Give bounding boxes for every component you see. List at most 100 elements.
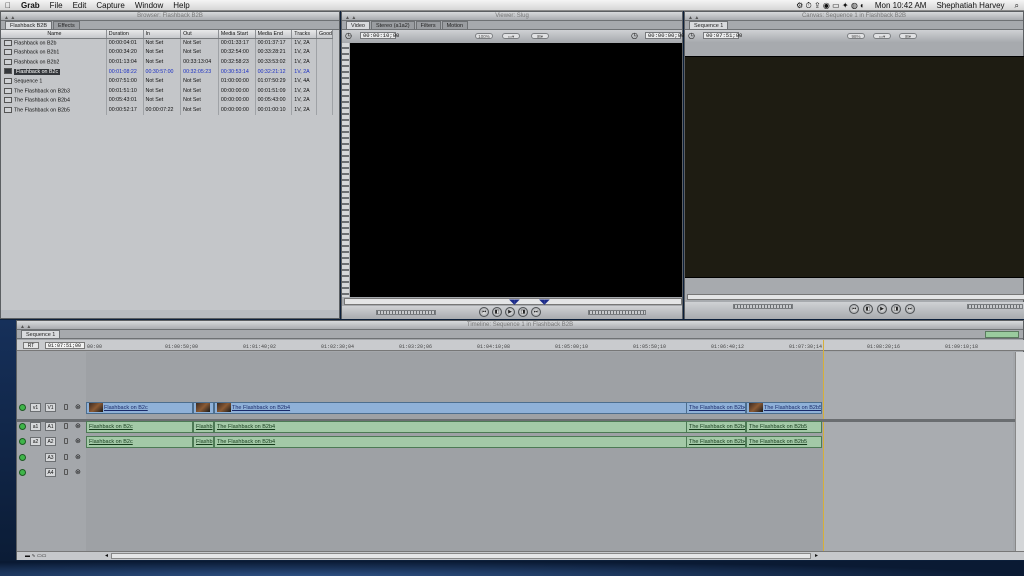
auto-select-icon[interactable]: ⊛ (75, 403, 81, 411)
lock-track-icon[interactable] (64, 423, 68, 429)
canvas-view-popup[interactable]: ▭▾ (873, 33, 891, 39)
viewer-shuttle-slider[interactable] (376, 310, 436, 315)
window-controls-icon[interactable]: ▲ ▲ (345, 14, 356, 23)
destination-track-a3[interactable]: A3 (45, 453, 56, 462)
scroll-right-icon[interactable]: ▸ (815, 552, 818, 559)
video-clip[interactable]: The Flashback on B2b4 (214, 402, 746, 414)
audio-clip[interactable]: Flashback on B2c (86, 421, 193, 433)
jog-icon[interactable]: ◷ (345, 31, 352, 40)
source-patch-a1[interactable]: a1 (30, 422, 41, 431)
audio-clip[interactable]: The Flashback on B2b5 (746, 436, 822, 448)
canvas-prev-edit-button[interactable]: ⏮ (849, 304, 859, 314)
col-duration[interactable]: Duration (106, 30, 144, 39)
canvas-scrubber[interactable] (687, 294, 1024, 300)
tab-motion[interactable]: Motion (441, 21, 469, 29)
track-height-icon[interactable]: ▬ ∿ ▭▭ (25, 553, 46, 559)
menu-window[interactable]: Window (130, 0, 168, 11)
status-icons[interactable]: ⚙ ⏱ ⇪ ◉ ▭ ✦ ◍ ◐ (791, 0, 870, 11)
audio-clip[interactable]: Flashback on B2c (86, 436, 193, 448)
track-visibility-icon[interactable] (19, 454, 26, 461)
canvas-play-button[interactable]: ▶ (877, 304, 887, 314)
playhead[interactable] (823, 340, 824, 551)
timeline-vertical-scrollbar[interactable] (1015, 352, 1024, 551)
col-name[interactable]: Name (1, 30, 107, 39)
audio-clip[interactable]: Flashb (193, 421, 214, 433)
zoom-slider[interactable] (111, 553, 811, 559)
browser-row[interactable]: Flashback on B2b1 00:00:34:20 Not Set Not S… (1, 47, 333, 58)
in-point-marker[interactable]: ◥◤ (509, 298, 520, 306)
apple-menu-icon[interactable]:  (0, 0, 16, 11)
browser-row[interactable]: The Flashback on B2b4 00:05:43:01 Not Set N… (1, 95, 333, 106)
video-clip[interactable]: The Flashback on B2b4 (686, 402, 746, 414)
viewer-duration-timecode[interactable]: 00:00:10;00 (360, 32, 399, 39)
viewer-current-timecode[interactable]: 00:00:00;00 (645, 32, 684, 39)
next-edit-button[interactable]: ⏭ (531, 307, 541, 317)
destination-track-a4[interactable]: A4 (45, 468, 56, 477)
audio-clip[interactable]: The Flashback on B2b4 (686, 436, 746, 448)
audio-clip[interactable]: Flashb (193, 436, 214, 448)
timeline-ruler[interactable]: 00:00 01:00:50;00 01:01:40;02 01:02:30;04 01… (87, 344, 1017, 351)
browser-row[interactable]: The Flashback on B2b3 00:01:51:10 Not Set N… (1, 85, 333, 96)
auto-select-icon[interactable]: ⊛ (75, 422, 81, 430)
track-visibility-icon[interactable] (19, 423, 26, 430)
lock-track-icon[interactable] (64, 438, 68, 444)
viewer-zoom-popup[interactable]: 100% (475, 33, 493, 39)
canvas-zoom-popup[interactable]: 98% (847, 33, 865, 39)
track-visibility-icon[interactable] (19, 438, 26, 445)
canvas-play-around-button[interactable]: ◨ (891, 304, 901, 314)
menu-file[interactable]: File (45, 0, 68, 11)
audio-clip[interactable]: The Flashback on B2b4 (214, 421, 746, 433)
source-patch-a2[interactable]: a2 (30, 437, 41, 446)
col-media-end[interactable]: Media End (255, 30, 293, 39)
canvas-jog-wheel[interactable] (967, 304, 1023, 309)
canvas-duration-timecode[interactable]: 00:07:51;00 (703, 32, 742, 39)
play-in-out-button[interactable]: ◧ (492, 307, 502, 317)
col-good[interactable]: Good (316, 30, 333, 39)
browser-row[interactable]: Flashback on B2c 00:01:08:22 00:30:57:00 00… (1, 66, 333, 77)
source-patch-v1[interactable]: v1 (30, 403, 41, 412)
tab-timeline-sequence-1[interactable]: Sequence 1 (21, 330, 61, 338)
scroll-left-icon[interactable]: ◂ (105, 552, 108, 559)
clock[interactable]: Mon 10:42 AM (870, 0, 932, 11)
lock-track-icon[interactable] (64, 469, 68, 475)
app-menu[interactable]: Grab (16, 0, 45, 11)
user-menu[interactable]: Shephatiah Harvey (931, 0, 1009, 11)
canvas-sync-popup[interactable]: ⊞▾ (899, 33, 917, 39)
destination-track-a2[interactable]: A2 (45, 437, 56, 446)
viewer-scrubber[interactable]: ◥◤ ◥◤ (344, 298, 682, 306)
audio-clip[interactable]: The Flashback on B2b5 (746, 421, 822, 433)
col-out[interactable]: Out (180, 30, 219, 39)
track-visibility-icon[interactable] (19, 469, 26, 476)
window-controls-icon[interactable]: ▲ ▲ (4, 14, 15, 23)
browser-row[interactable]: Sequence 1 00:07:51:00 Not Set Not Set 01:00… (1, 76, 333, 86)
tab-filters[interactable]: Filters (415, 21, 441, 29)
menu-help[interactable]: Help (168, 0, 194, 11)
viewer-jog-icon[interactable]: ◷ (631, 31, 638, 40)
canvas-play-in-out-button[interactable]: ◧ (863, 304, 873, 314)
lock-track-icon[interactable] (64, 404, 68, 410)
timeline-current-timecode[interactable]: 01:07:51;00 (45, 342, 85, 349)
video-clip[interactable] (193, 402, 214, 414)
viewer-jog-wheel[interactable] (588, 310, 646, 315)
prev-edit-button[interactable]: ⏮ (479, 307, 489, 317)
video-clip[interactable]: The Flashback on B2b5 (746, 402, 822, 414)
track-visibility-icon[interactable] (19, 404, 26, 411)
play-button[interactable]: ▶ (505, 307, 515, 317)
canvas-jog-icon[interactable]: ◷ (688, 31, 695, 40)
destination-track-a1[interactable]: A1 (45, 422, 56, 431)
auto-select-icon[interactable]: ⊛ (75, 437, 81, 445)
tab-effects[interactable]: Effects (53, 21, 80, 29)
col-media-start[interactable]: Media Start (218, 30, 256, 39)
lock-track-icon[interactable] (64, 454, 68, 460)
rt-popup[interactable]: RT (23, 342, 39, 349)
menu-edit[interactable]: Edit (68, 0, 92, 11)
col-in[interactable]: In (143, 30, 182, 39)
audio-clip[interactable]: The Flashback on B2b4 (214, 436, 746, 448)
browser-row[interactable]: Flashback on B2b2 00:01:13:04 Not Set 00:33… (1, 57, 333, 67)
timeline-options-icon[interactable] (985, 331, 1019, 338)
canvas-shuttle-slider[interactable] (733, 304, 793, 309)
destination-track-v1[interactable]: V1 (45, 403, 56, 412)
audio-clip[interactable]: The Flashback on B2b4 (686, 421, 746, 433)
play-around-button[interactable]: ◨ (518, 307, 528, 317)
browser-row[interactable]: The Flashback on B2b5 00:00:52:17 00:00:07… (1, 105, 333, 115)
